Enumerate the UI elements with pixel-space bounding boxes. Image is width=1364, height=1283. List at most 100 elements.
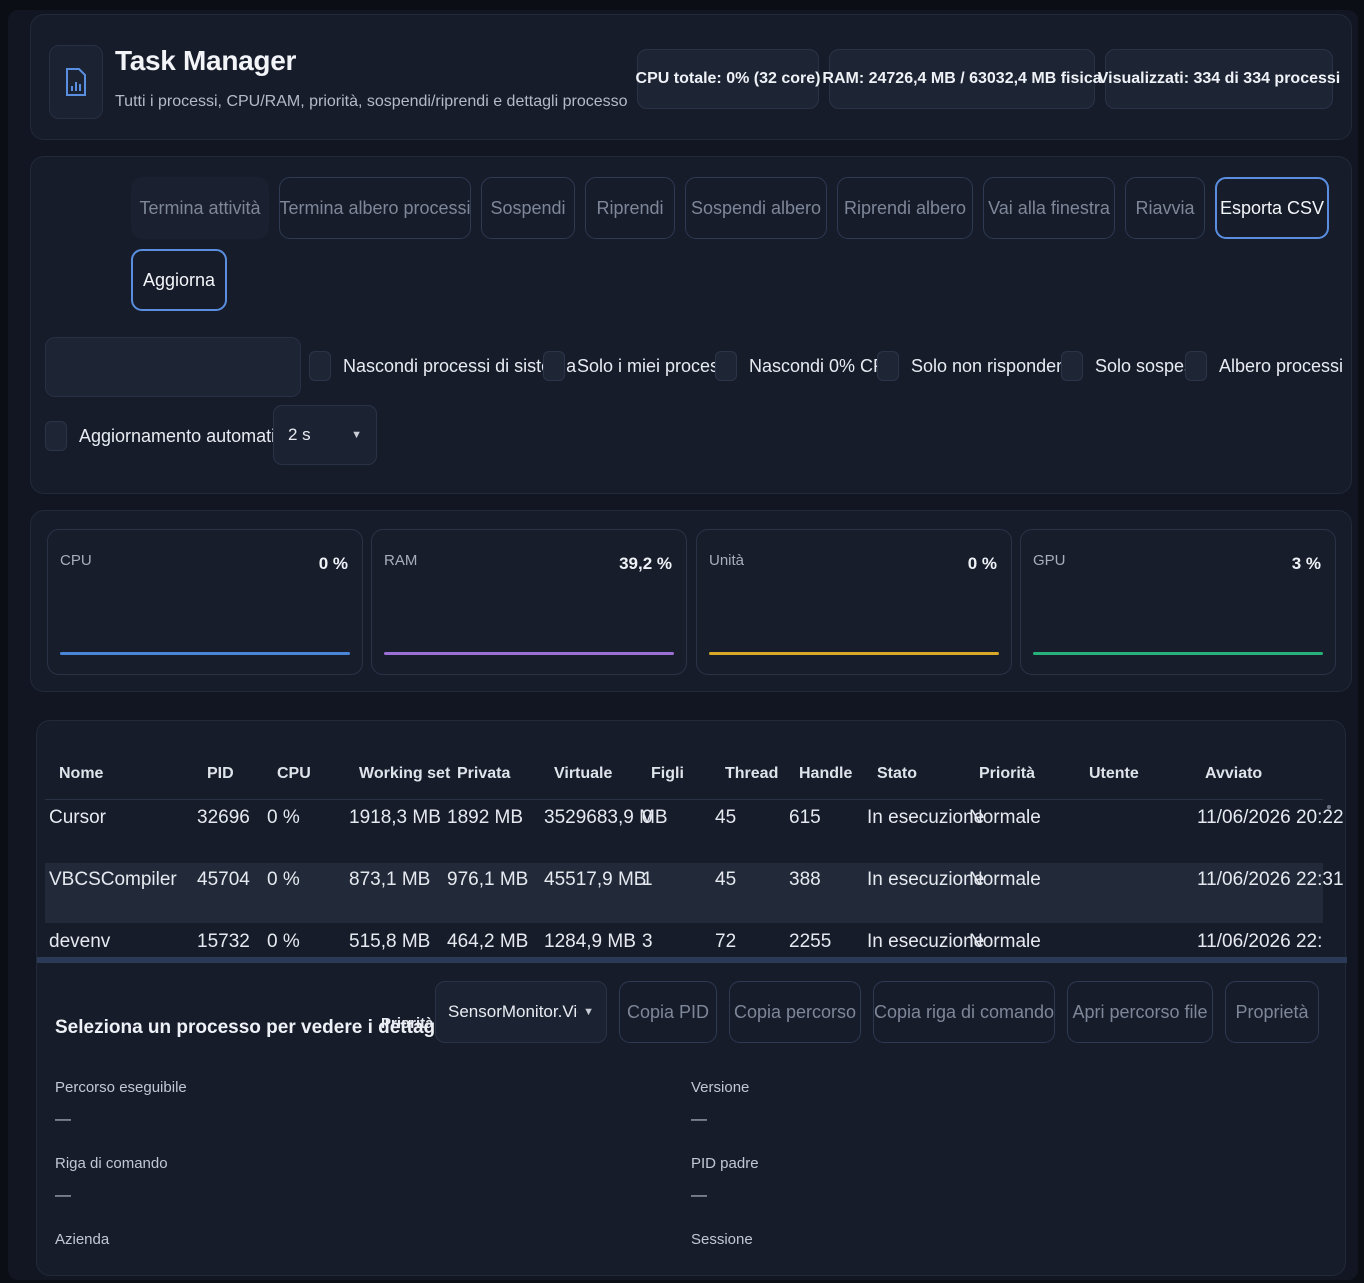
checkbox-label: Aggiornamento automatico xyxy=(79,425,295,446)
cell-children: 3 xyxy=(642,931,653,952)
copy-pid-button[interactable]: Copia PID xyxy=(619,981,717,1043)
session-label: Sessione xyxy=(691,1231,753,1248)
monitor-label: GPU xyxy=(1033,552,1066,569)
cell-name: Cursor xyxy=(49,807,107,828)
process-table-panel: Cursor 32696 0 % 1918,3 MB 1892 MB 3529683,9 … xyxy=(36,720,1347,1276)
refresh-button[interactable]: Aggiorna xyxy=(131,249,227,311)
cell-priority: Normale xyxy=(969,869,1041,890)
checkbox-box[interactable] xyxy=(45,421,67,451)
checkbox-box[interactable] xyxy=(1061,351,1083,381)
monitor-graph-line xyxy=(1033,652,1323,655)
ram-monitor-card: RAM 39,2 % xyxy=(371,529,687,675)
cell-status: In esecuzione xyxy=(867,869,985,890)
resume-button[interactable]: Riprendi xyxy=(585,177,675,239)
cell-private: 976,1 MB xyxy=(447,869,529,890)
column-header-thread[interactable]: Thread xyxy=(725,765,778,783)
header-divider xyxy=(45,799,1323,800)
column-header-children[interactable]: Figli xyxy=(651,765,684,783)
monitor-graph-line xyxy=(60,652,350,655)
cmdline-label: Riga di comando xyxy=(55,1155,168,1172)
gpu-monitor-card: GPU 3 % xyxy=(1020,529,1336,675)
column-header-working-set[interactable]: Working set xyxy=(359,765,450,783)
toolbar-panel: Termina attività Termina albero processi… xyxy=(30,156,1352,494)
checkbox-box[interactable] xyxy=(715,351,737,381)
pane-splitter[interactable] xyxy=(37,957,1347,963)
cell-working-set: 515,8 MB xyxy=(349,931,431,952)
end-tree-button[interactable]: Termina albero processi xyxy=(279,177,471,239)
checkbox-box[interactable] xyxy=(877,351,899,381)
end-task-button[interactable]: Termina attività xyxy=(131,177,269,239)
ram-usage-badge: RAM: 24726,4 MB / 63032,4 MB fisica xyxy=(822,49,1102,109)
cell-virtual: 1284,9 MB xyxy=(544,931,636,952)
shown-processes-badge: Visualizzati: 334 di 334 processi xyxy=(1098,49,1340,109)
only-not-responding-checkbox[interactable]: Solo non rispondenti xyxy=(877,351,1075,381)
restart-button[interactable]: Riavvia xyxy=(1125,177,1205,239)
table-row[interactable]: Cursor 32696 0 % 1918,3 MB 1892 MB 3529683,9 … xyxy=(45,801,1344,861)
column-header-cpu[interactable]: CPU xyxy=(277,765,311,783)
cell-name: VBCSCompiler xyxy=(49,869,177,890)
task-manager-window: Task Manager Tutti i processi, CPU/RAM, … xyxy=(8,10,1358,1280)
priority-select[interactable]: SensorMonitor.View ▼ xyxy=(435,981,607,1043)
column-header-started[interactable]: Avviato xyxy=(1205,765,1262,783)
cell-handle: 388 xyxy=(789,869,821,890)
app-document-chart-icon xyxy=(49,45,103,119)
cell-working-set: 873,1 MB xyxy=(349,869,431,890)
cell-cpu: 0 % xyxy=(267,807,300,828)
cell-children: 1 xyxy=(642,869,653,890)
table-row[interactable]: VBCSCompiler 45704 0 % 873,1 MB 976,1 MB 4551… xyxy=(45,863,1344,923)
checkbox-label: Solo non rispondenti xyxy=(911,355,1076,376)
column-header-name[interactable]: Nome xyxy=(59,765,103,783)
cell-name: devenv xyxy=(49,931,111,952)
exe-path-label: Percorso eseguibile xyxy=(55,1079,187,1096)
column-header-virtual[interactable]: Virtuale xyxy=(554,765,612,783)
column-header-handle[interactable]: Handle xyxy=(799,765,852,783)
cell-private: 464,2 MB xyxy=(447,931,529,952)
cell-private: 1892 MB xyxy=(447,807,524,828)
checkbox-label: Nascondi processi di sistema xyxy=(343,355,577,376)
refresh-interval-value: 2 s xyxy=(288,425,311,444)
cpu-total-badge: CPU totale: 0% (32 core) xyxy=(636,49,820,109)
cell-cpu: 0 % xyxy=(267,931,300,952)
resume-tree-button[interactable]: Riprendi albero xyxy=(837,177,973,239)
caret-down-icon: ▼ xyxy=(351,429,362,441)
goto-window-button[interactable]: Vai alla finestra xyxy=(983,177,1115,239)
search-input[interactable] xyxy=(45,337,301,397)
hide-zero-cpu-checkbox[interactable]: Nascondi 0% CPU xyxy=(715,351,898,381)
auto-refresh-checkbox[interactable]: Aggiornamento automatico xyxy=(45,421,294,451)
monitor-graph-line xyxy=(384,652,674,655)
column-header-user[interactable]: Utente xyxy=(1089,765,1139,783)
monitor-label: Unità xyxy=(709,552,745,569)
cell-priority: Normale xyxy=(969,931,1041,952)
column-header-status[interactable]: Stato xyxy=(877,765,917,783)
refresh-interval-select[interactable]: 2 s ▼ xyxy=(273,405,377,465)
copy-cmdline-button[interactable]: Copia riga di comando xyxy=(873,981,1055,1043)
monitor-value: 3 % xyxy=(1291,554,1321,573)
column-header-pid[interactable]: PID xyxy=(207,765,234,783)
version-label: Versione xyxy=(691,1079,750,1096)
checkbox-label: Nascondi 0% CPU xyxy=(749,355,899,376)
suspend-button[interactable]: Sospendi xyxy=(481,177,575,239)
column-header-priority[interactable]: Priorità xyxy=(979,765,1035,783)
checkbox-box[interactable] xyxy=(309,351,331,381)
column-header-private[interactable]: Privata xyxy=(457,765,510,783)
table-row[interactable]: devenv 15732 0 % 515,8 MB 464,2 MB 1284,9 MB 3… xyxy=(45,925,1323,959)
export-csv-button[interactable]: Esporta CSV xyxy=(1215,177,1329,239)
properties-button[interactable]: Proprietà xyxy=(1225,981,1319,1043)
checkbox-box[interactable] xyxy=(543,351,565,381)
parent-pid-value: — xyxy=(691,1187,707,1204)
monitor-label: RAM xyxy=(384,552,418,569)
process-tree-checkbox[interactable]: Albero processi xyxy=(1185,351,1343,381)
hide-system-checkbox[interactable]: Nascondi processi di sistema xyxy=(309,351,576,381)
cell-priority: Normale xyxy=(969,807,1041,828)
copy-path-button[interactable]: Copia percorso xyxy=(729,981,861,1043)
only-mine-checkbox[interactable]: Solo i miei processi xyxy=(543,351,732,381)
page-subtitle: Tutti i processi, CPU/RAM, priorità, sos… xyxy=(115,93,628,110)
monitor-value: 39,2 % xyxy=(619,554,672,573)
open-path-button[interactable]: Apri percorso file xyxy=(1067,981,1213,1043)
only-suspended-checkbox[interactable]: Solo sospesi xyxy=(1061,351,1197,381)
checkbox-box[interactable] xyxy=(1185,351,1207,381)
monitor-label: CPU xyxy=(60,552,92,569)
cell-cpu: 0 % xyxy=(267,869,300,890)
page-title: Task Manager xyxy=(115,45,297,76)
suspend-tree-button[interactable]: Sospendi albero xyxy=(685,177,827,239)
